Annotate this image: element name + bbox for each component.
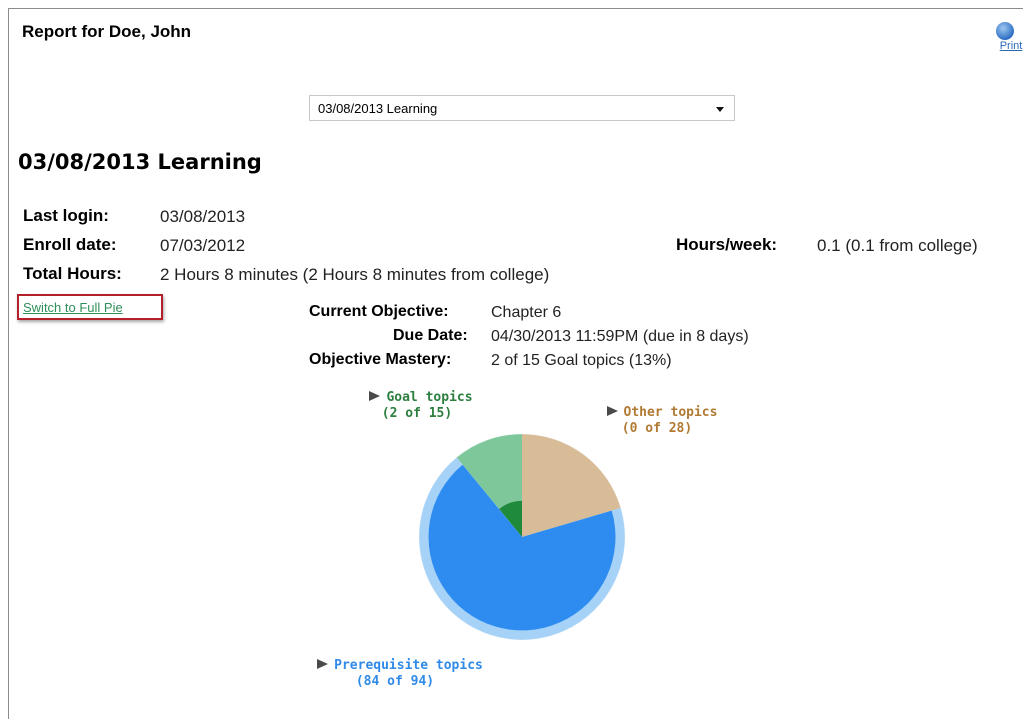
goal-topics-label[interactable]: Goal topics (2 of 15) [356, 390, 486, 422]
goal-topics-title: Goal topics [386, 390, 473, 405]
topics-pie-chart [418, 433, 626, 641]
other-topics-title: Other topics [623, 405, 718, 420]
goal-topics-count: (2 of 15) [381, 406, 453, 421]
prerequisite-topics-title: Prerequisite topics [334, 658, 483, 673]
arrow-icon [606, 406, 618, 416]
arrow-icon [369, 391, 381, 401]
other-topics-count: (0 of 28) [621, 421, 693, 436]
other-topics-label[interactable]: Other topics (0 of 28) [592, 405, 732, 437]
prerequisite-topics-count: (84 of 94) [355, 674, 435, 689]
prerequisite-topics-label[interactable]: Prerequisite topics (84 of 94) [305, 658, 495, 690]
arrow-icon [317, 659, 329, 669]
